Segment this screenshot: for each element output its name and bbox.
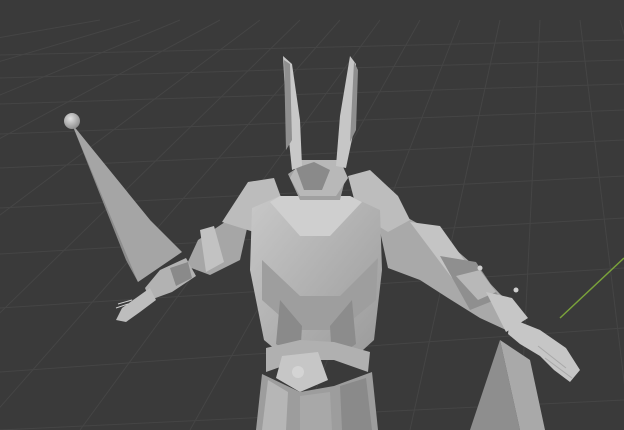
- bone-left-head-sphere[interactable]: [64, 113, 80, 129]
- torso[interactable]: [250, 196, 382, 430]
- 3d-viewport[interactable]: [0, 0, 624, 430]
- viewport-canvas[interactable]: [0, 0, 624, 430]
